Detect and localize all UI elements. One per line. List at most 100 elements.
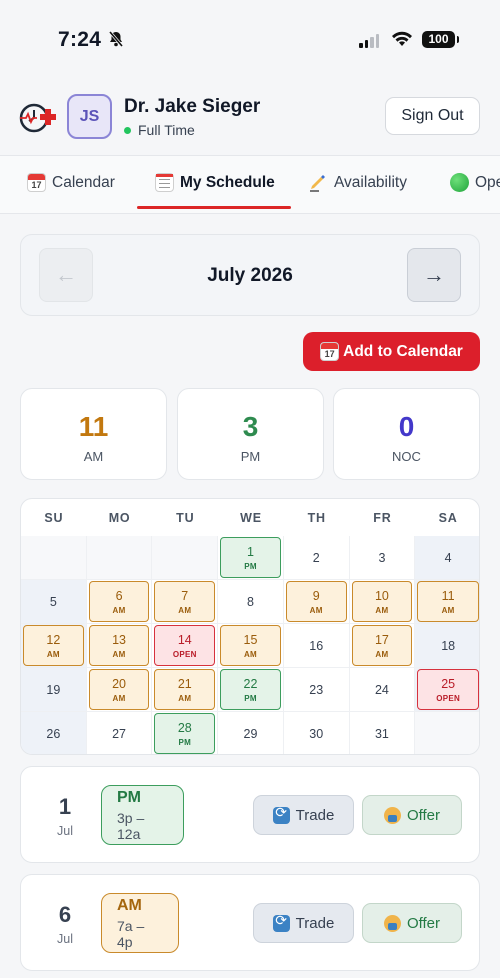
shift-pill-am[interactable]: 12 AM	[23, 625, 84, 666]
calendar-day-cell[interactable]: 11 AM	[415, 580, 479, 624]
calendar-empty-cell	[152, 536, 219, 580]
calendar-day-cell[interactable]: 24	[349, 668, 416, 712]
shift-pill-am[interactable]: 21 AM	[154, 669, 216, 710]
shift-list-item[interactable]: 1 Jul PM 3p – 12a Trade Offer	[20, 766, 480, 863]
tab-open-shifts-label: Ope	[475, 173, 500, 191]
day-number: 30	[309, 726, 324, 741]
shift-code: AM	[112, 649, 126, 659]
arrow-right-icon: →	[423, 262, 445, 287]
trade-button[interactable]: Trade	[253, 903, 354, 943]
offer-button[interactable]: Offer	[362, 903, 462, 943]
shift-pill-open[interactable]: 25 OPEN	[417, 669, 479, 710]
calendar-day-cell[interactable]: 13 AM	[86, 624, 153, 668]
calendar-day-cell[interactable]: 27	[87, 712, 153, 754]
shift-badge-pm: PM 3p – 12a	[101, 785, 184, 845]
trade-arrows-icon	[272, 913, 290, 932]
avatar[interactable]: JS	[67, 94, 112, 139]
calendar-day-cell[interactable]: 12 AM	[21, 624, 87, 668]
shift-code: AM	[375, 649, 389, 659]
stat-card-pm: 3 PM	[177, 388, 324, 480]
shift-code: AM	[243, 649, 258, 659]
day-number: 5	[49, 594, 57, 609]
tab-open-shifts[interactable]: Ope	[450, 173, 500, 192]
employment-status-label: Full Time	[138, 122, 195, 138]
calendar-day-cell[interactable]: 16	[283, 624, 350, 668]
status-time: 7:24	[58, 28, 102, 51]
person-offering-icon	[383, 914, 401, 932]
day-number: 16	[309, 638, 324, 653]
stat-card-am: 11 AM	[20, 388, 167, 480]
calendar-day-cell[interactable]: 30	[284, 712, 350, 754]
offer-button[interactable]: Offer	[362, 795, 462, 835]
shift-pill-am[interactable]: 17 AM	[351, 625, 413, 666]
calendar-day-cell[interactable]: 26	[21, 712, 87, 754]
shift-code: AM	[178, 605, 192, 615]
shift-list-item[interactable]: 6 Jul AM 7a – 4p Trade Offer	[20, 874, 480, 971]
calendar-day-cell[interactable]: 9 AM	[283, 580, 350, 624]
shift-pill-pm[interactable]: 22 PM	[220, 669, 281, 710]
calendar-day-cell[interactable]: 17 AM	[349, 624, 416, 668]
calendar-day-cell[interactable]: 5	[21, 580, 87, 624]
calendar-day-cell[interactable]: 14 OPEN	[152, 624, 219, 668]
shift-code: OPEN	[172, 649, 197, 659]
shift-month: Jul	[57, 824, 73, 838]
shift-code: AM	[46, 649, 60, 659]
tab-availability-label: Availability	[334, 173, 407, 191]
calendar-day-cell[interactable]: 4	[415, 536, 479, 580]
calendar-day-cell[interactable]: 1 PM	[218, 536, 284, 580]
calendar-day-cell[interactable]: 22 PM	[218, 668, 284, 712]
calendar-day-cell[interactable]: 18	[415, 624, 479, 668]
shift-pill-am[interactable]: 7 AM	[154, 581, 216, 622]
shift-pill-pm[interactable]: 1 PM	[220, 537, 281, 578]
shift-pill-am[interactable]: 15 AM	[220, 625, 281, 666]
calendar-day-cell[interactable]: 31	[350, 712, 416, 754]
day-number: 28	[177, 720, 192, 735]
add-to-calendar-button[interactable]: Add to Calendar	[303, 332, 480, 371]
calendar-day-cell[interactable]: 25 OPEN	[415, 668, 479, 712]
shift-pill-am[interactable]: 11 AM	[417, 581, 479, 622]
calendar-day-cell[interactable]: 10 AM	[349, 580, 416, 624]
shift-pill-am[interactable]: 10 AM	[351, 581, 413, 622]
tab-availability[interactable]: Availability	[309, 173, 407, 192]
shift-pill-open[interactable]: 14 OPEN	[154, 625, 216, 666]
shift-day-number: 6	[58, 902, 72, 927]
cell-signal-icon	[359, 33, 379, 48]
weekday-label: TH	[307, 511, 326, 525]
tab-calendar[interactable]: Calendar	[27, 173, 115, 192]
tab-calendar-label: Calendar	[52, 173, 115, 191]
calendar-day-cell[interactable]: 23	[283, 668, 350, 712]
next-month-button[interactable]: →	[407, 248, 461, 302]
shift-pill-am[interactable]: 13 AM	[88, 625, 150, 666]
trade-button[interactable]: Trade	[253, 795, 354, 835]
trade-arrows-icon	[272, 805, 290, 824]
offer-label: Offer	[406, 806, 441, 824]
calendar-day-cell[interactable]: 7 AM	[152, 580, 219, 624]
shift-pill-pm[interactable]: 28 PM	[154, 713, 216, 754]
calendar-day-cell[interactable]: 29	[218, 712, 284, 754]
calendar-day-cell[interactable]: 15 AM	[218, 624, 284, 668]
calendar-day-cell[interactable]: 6 AM	[86, 580, 153, 624]
calendar-grid: 1 PM 2 3 4 5 6 AM 7 AM 8 9 AM 10 AM 11 AM 12 AM 13 AM 14 OPEN 1…	[21, 536, 479, 754]
day-number: 26	[46, 726, 61, 741]
shift-pill-am[interactable]: 9 AM	[285, 581, 347, 622]
shift-code: AM	[178, 693, 192, 703]
weekday-label: MO	[108, 511, 131, 525]
wifi-icon	[392, 31, 412, 46]
shift-pill-am[interactable]: 20 AM	[88, 669, 150, 710]
shift-pill-am[interactable]: 6 AM	[88, 581, 150, 622]
calendar-day-cell[interactable]: 8	[218, 580, 284, 624]
stat-pm-label: PM	[240, 449, 261, 464]
calendar-day-cell[interactable]: 3	[349, 536, 416, 580]
shift-badge-am: AM 7a – 4p	[101, 893, 179, 953]
calendar-day-cell[interactable]: 19	[21, 668, 87, 712]
sign-out-button[interactable]: Sign Out	[385, 97, 480, 135]
bell-muted-icon	[108, 31, 124, 47]
calendar-day-cell[interactable]: 20 AM	[86, 668, 153, 712]
calendar-day-cell[interactable]: 2	[283, 536, 350, 580]
shift-month: Jul	[57, 932, 73, 946]
tab-my-schedule[interactable]: My Schedule	[155, 173, 275, 192]
shift-code: PM	[244, 693, 257, 703]
calendar-day-cell[interactable]: 28 PM	[152, 712, 219, 754]
calendar-day-cell[interactable]: 21 AM	[152, 668, 219, 712]
shift-code: PM	[178, 737, 192, 747]
